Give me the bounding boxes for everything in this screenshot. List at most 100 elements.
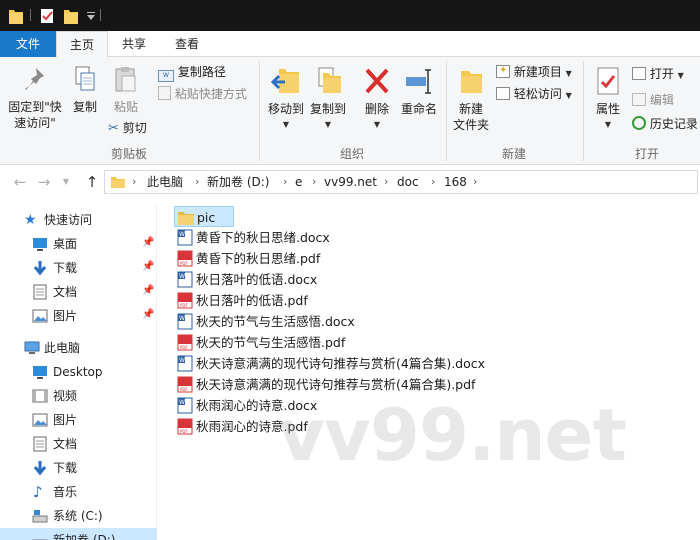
new-folder-button[interactable]: 新建 文件夹 — [450, 65, 492, 133]
nav-this-pc-label: 此电脑 — [44, 341, 81, 355]
pin-icon — [25, 68, 44, 90]
properties-button[interactable]: 属性 ▼ — [588, 65, 628, 133]
folder-icon — [178, 212, 194, 225]
breadcrumb-doc[interactable]: doc — [397, 171, 419, 193]
list-item[interactable]: PDF 秋日落叶的低语.pdf — [174, 290, 494, 311]
paste-shortcut-label: 粘贴快捷方式 — [174, 87, 247, 101]
customize-toolbar-icon[interactable] — [84, 7, 98, 24]
breadcrumb-168[interactable]: 168 — [444, 171, 467, 193]
pin-icon[interactable]: 📌 — [142, 309, 154, 320]
nav-item-videos[interactable]: 视频 — [0, 384, 157, 408]
paste-label: 粘贴 — [113, 100, 138, 114]
open-button[interactable]: 打开 ▼ — [632, 65, 684, 83]
list-item[interactable]: W 秋天的节气与生活感悟.docx — [174, 311, 494, 332]
list-item[interactable]: W 秋雨润心的诗意.docx — [174, 395, 494, 416]
copy-to-label: 复制到 — [309, 102, 346, 116]
tab-view[interactable]: 查看 — [162, 31, 212, 57]
nav-item-documents-pc[interactable]: 文档 — [0, 432, 157, 456]
breadcrumb-separator[interactable]: › — [283, 171, 287, 193]
svg-text:PDF: PDF — [180, 261, 188, 266]
breadcrumb-separator[interactable]: › — [384, 171, 388, 193]
breadcrumb-e[interactable]: e — [295, 171, 302, 193]
documents-icon — [33, 436, 47, 452]
nav-item-documents[interactable]: 文档 📌 — [0, 280, 157, 304]
file-name: 黄昏下的秋日思绪.docx — [196, 230, 330, 245]
forward-arrow-icon[interactable]: → — [34, 172, 54, 192]
breadcrumb-drive-d[interactable]: 新加卷 (D:) — [207, 171, 269, 193]
computer-icon — [24, 341, 40, 354]
edit-button[interactable]: 编辑 — [632, 91, 674, 109]
move-to-button[interactable]: 移动到 ▼ — [264, 65, 308, 133]
cut-button[interactable]: ✂ 剪切 — [108, 119, 147, 137]
copy-button[interactable]: 复制 — [68, 65, 102, 115]
new-folder-label-line1: 新建 — [458, 102, 483, 116]
delete-button[interactable]: 删除 ▼ — [360, 65, 394, 133]
clipboard-group-label: 剪贴板 — [111, 147, 148, 161]
history-button[interactable]: 历史记录 — [632, 115, 698, 133]
svg-text:PDF: PDF — [180, 387, 188, 392]
properties-icon[interactable] — [40, 7, 54, 24]
easy-access-button[interactable]: 轻松访问 ▼ — [496, 85, 572, 103]
breadcrumb-separator[interactable]: › — [132, 171, 136, 193]
toolbar-separator — [100, 9, 101, 21]
pin-icon[interactable]: 📌 — [142, 261, 154, 272]
list-item[interactable]: PDF 秋雨润心的诗意.pdf — [174, 416, 494, 437]
nav-item-drive-c[interactable]: 系统 (C:) — [0, 504, 157, 528]
open-label: 打开 — [649, 67, 674, 81]
breadcrumb-separator[interactable]: › — [195, 171, 199, 193]
list-item[interactable]: W 黄昏下的秋日思绪.docx — [174, 227, 494, 248]
music-icon: ♪ — [33, 483, 43, 501]
pdf-icon: PDF — [177, 292, 193, 309]
nav-item-desktop[interactable]: 桌面 📌 — [0, 232, 157, 256]
pin-icon[interactable]: 📌 — [142, 237, 154, 248]
rename-label: 重命名 — [400, 102, 437, 116]
list-item[interactable]: PDF 秋天诗意满满的现代诗句推荐与赏析(4篇合集).pdf — [174, 374, 494, 395]
folder-icon[interactable] — [9, 7, 23, 24]
paste-button[interactable]: 粘贴 — [106, 65, 146, 115]
pin-icon[interactable]: 📌 — [142, 285, 154, 296]
list-item[interactable]: W 秋天诗意满满的现代诗句推荐与赏析(4篇合集).docx — [174, 353, 494, 374]
list-item[interactable]: pic — [174, 206, 234, 227]
nav-item-downloads-pc[interactable]: 下载 — [0, 456, 157, 480]
rename-button[interactable]: 重命名 — [398, 65, 440, 117]
nav-item-label: 音乐 — [53, 485, 78, 499]
recent-locations-icon[interactable]: ▼ — [56, 172, 76, 192]
nav-item-music[interactable]: ♪ 音乐 — [0, 480, 157, 504]
up-arrow-icon[interactable]: ↑ — [82, 172, 102, 192]
back-arrow-icon[interactable]: ← — [10, 172, 30, 192]
toolbar-separator — [30, 9, 31, 21]
organize-group-label: 组织 — [340, 147, 365, 161]
nav-item-drive-d[interactable]: 新加卷 (D:) — [0, 528, 157, 540]
pin-to-quick-access-button[interactable]: 固定到"快 速访问" — [4, 65, 66, 131]
easy-access-icon — [496, 87, 510, 100]
breadcrumb-this-pc[interactable]: 此电脑 — [147, 171, 183, 193]
list-item[interactable]: PDF 秋天的节气与生活感悟.pdf — [174, 332, 494, 353]
nav-item-downloads[interactable]: 下载 📌 — [0, 256, 157, 280]
new-folder-icon[interactable] — [64, 7, 78, 24]
tab-file[interactable]: 文件 — [0, 31, 56, 57]
nav-this-pc[interactable]: 此电脑 — [0, 336, 157, 360]
breadcrumb-separator[interactable]: › — [431, 171, 435, 193]
nav-item-label: 图片 — [53, 413, 78, 427]
tab-home[interactable]: 主页 — [56, 31, 108, 58]
nav-quick-access[interactable]: ★ 快速访问 — [0, 208, 157, 232]
file-name: 秋天诗意满满的现代诗句推荐与赏析(4篇合集).pdf — [196, 377, 476, 392]
list-item[interactable]: PDF 黄昏下的秋日思绪.pdf — [174, 248, 494, 269]
breadcrumb-vv99[interactable]: vv99.net — [324, 171, 377, 193]
breadcrumb-separator[interactable]: › — [473, 171, 477, 193]
list-item[interactable]: W 秋日落叶的低语.docx — [174, 269, 494, 290]
address-bar[interactable]: › 此电脑 › 新加卷 (D:) › e › vv99.net › doc › … — [104, 170, 698, 194]
breadcrumb-separator[interactable]: › — [312, 171, 316, 193]
tab-share[interactable]: 共享 — [110, 31, 158, 57]
rename-icon — [406, 69, 431, 94]
nav-item-pictures-pc[interactable]: 图片 — [0, 408, 157, 432]
nav-item-desktop-pc[interactable]: Desktop — [0, 360, 157, 384]
copy-to-button[interactable]: 复制到 ▼ — [306, 65, 350, 133]
paste-shortcut-button[interactable]: 粘贴快捷方式 — [158, 85, 247, 103]
word-doc-icon: W — [177, 397, 193, 414]
nav-quick-access-label: 快速访问 — [44, 213, 93, 227]
nav-item-label: Desktop — [53, 365, 103, 379]
copy-path-button[interactable]: W 复制路径 — [158, 63, 226, 82]
nav-item-pictures[interactable]: 图片 📌 — [0, 304, 157, 328]
new-item-button[interactable]: ✦ 新建项目 ▼ — [496, 63, 572, 81]
